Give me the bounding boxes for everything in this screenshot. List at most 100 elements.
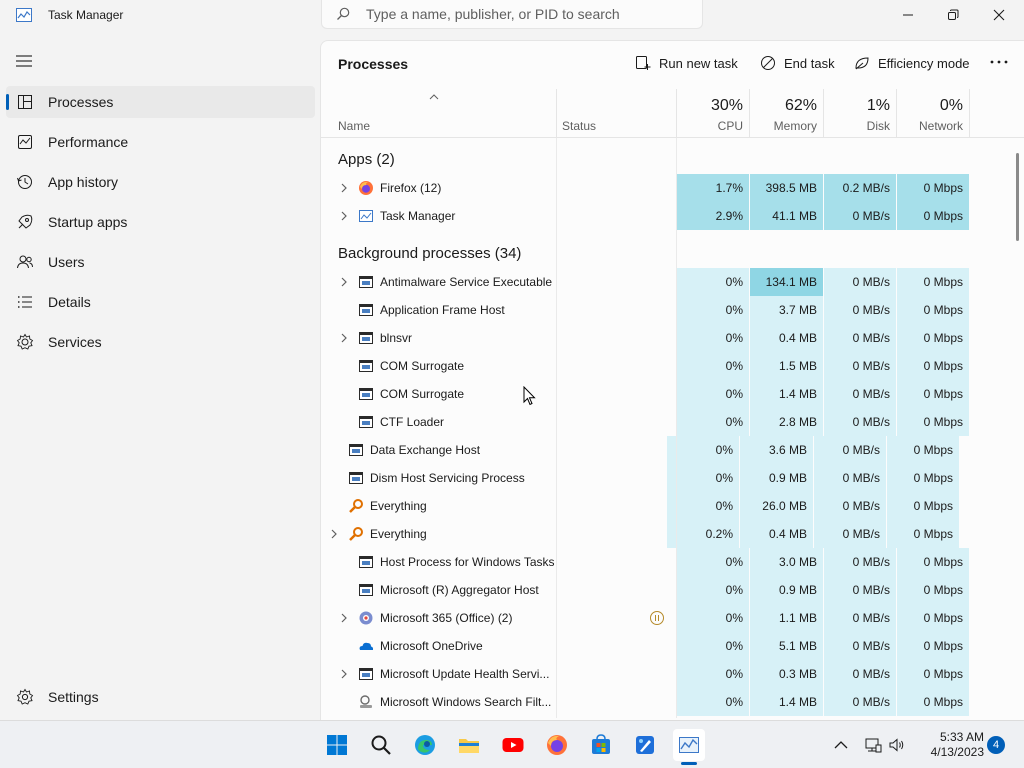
cpu-cell: 0% <box>677 408 749 436</box>
process-row[interactable]: Firefox (12) 1.7% 398.5 MB 0.2 MB/s 0 Mbps <box>321 174 1024 202</box>
taskbar-paint[interactable] <box>629 729 661 761</box>
task-manager-app-icon <box>16 8 32 22</box>
chevron-right-icon[interactable] <box>339 333 349 343</box>
process-row[interactable]: blnsvr 0% 0.4 MB 0 MB/s 0 Mbps <box>321 324 1024 352</box>
process-row[interactable]: Dism Host Servicing Process 0% 0.9 MB 0 MB/… <box>321 464 1015 492</box>
column-header-cpu[interactable]: 30% CPU <box>677 89 749 138</box>
sidebar-item-services[interactable]: Services <box>6 326 315 358</box>
cpu-cell: 0% <box>677 688 749 716</box>
task-manager-icon <box>359 210 373 222</box>
process-row[interactable]: Microsoft Update Health Servi... 0% 0.3 MB… <box>321 660 1024 688</box>
chevron-right-icon[interactable] <box>339 183 349 193</box>
search-input[interactable] <box>366 4 686 24</box>
column-divider <box>676 138 677 718</box>
network-cell: 0 Mbps <box>897 408 969 436</box>
process-row[interactable]: Microsoft OneDrive 0% 5.1 MB 0 MB/s 0 Mbps <box>321 632 1024 660</box>
sidebar-item-processes[interactable]: Processes <box>6 86 315 118</box>
process-name: Everything <box>370 527 427 541</box>
chevron-right-icon[interactable] <box>339 211 349 221</box>
process-row[interactable]: Microsoft Windows Search Filt... 0% 1.4 MB… <box>321 688 1024 716</box>
taskbar-store[interactable] <box>585 729 617 761</box>
chevron-right-icon[interactable] <box>339 277 349 287</box>
minimize-icon <box>903 14 913 16</box>
taskbar-firefox[interactable] <box>541 729 573 761</box>
memory-cell: 398.5 MB <box>750 174 823 202</box>
sidebar-item-app-history[interactable]: App history <box>6 166 315 198</box>
disk-cell: 0 MB/s <box>824 202 896 230</box>
taskbar-start-button[interactable] <box>321 729 353 761</box>
process-row[interactable]: Microsoft (R) Aggregator Host 0% 0.9 MB 0 M… <box>321 576 1024 604</box>
process-name: Microsoft Update Health Servi... <box>380 667 550 681</box>
process-row[interactable]: CTF Loader 0% 2.8 MB 0 MB/s 0 Mbps <box>321 408 1024 436</box>
column-header-name[interactable]: Name <box>338 119 370 133</box>
mouse-cursor-icon <box>523 386 536 406</box>
more-options-icon[interactable] <box>989 52 1009 72</box>
column-header-memory[interactable]: 62% Memory <box>750 89 823 138</box>
chevron-right-icon[interactable] <box>339 613 349 623</box>
maximize-button[interactable] <box>930 0 976 30</box>
sidebar: Processes Performance App history Startu… <box>0 32 320 720</box>
chevron-right-icon[interactable] <box>329 529 339 539</box>
column-header-network[interactable]: 0% Network <box>897 89 969 138</box>
system-clock[interactable]: 5:33 AM 4/13/2023 <box>914 730 984 760</box>
cpu-cell: 0% <box>677 576 749 604</box>
volume-icon[interactable] <box>888 736 906 754</box>
sidebar-item-label: Startup apps <box>48 214 128 230</box>
search-icon <box>337 7 350 20</box>
taskbar-youtube[interactable] <box>497 729 529 761</box>
process-row[interactable]: Microsoft 365 (Office) (2) 0% 1.1 MB 0 MB/s… <box>321 604 1024 632</box>
sidebar-item-users[interactable]: Users <box>6 246 315 278</box>
process-row[interactable]: Antimalware Service Executable 0% 134.1 MB… <box>321 268 1024 296</box>
process-row[interactable]: Host Process for Windows Tasks 0% 3.0 MB 0 … <box>321 548 1024 576</box>
process-row[interactable]: Data Exchange Host 0% 3.6 MB 0 MB/s 0 Mbps <box>321 436 1015 464</box>
sidebar-item-label: Processes <box>48 94 114 110</box>
process-window-icon <box>359 332 373 344</box>
sidebar-item-settings[interactable]: Settings <box>6 681 315 713</box>
search-box[interactable] <box>321 0 703 29</box>
network-cell: 0 Mbps <box>887 464 959 492</box>
sidebar-item-performance[interactable]: Performance <box>6 126 315 158</box>
taskbar: 5:33 AM 4/13/2023 4 <box>0 720 1024 768</box>
process-row[interactable]: COM Surrogate 0% 1.5 MB 0 MB/s 0 Mbps <box>321 352 1024 380</box>
process-row[interactable]: Application Frame Host 0% 3.7 MB 0 MB/s 0 Mb… <box>321 296 1024 324</box>
minimize-button[interactable] <box>885 0 931 30</box>
process-window-icon <box>359 304 373 316</box>
taskbar-file-explorer[interactable] <box>453 729 485 761</box>
memory-cell: 1.4 MB <box>750 380 823 408</box>
memory-cell: 26.0 MB <box>740 492 813 520</box>
column-header-status[interactable]: Status <box>562 119 596 133</box>
disk-cell: 0 MB/s <box>814 492 886 520</box>
close-button[interactable] <box>976 0 1022 30</box>
vertical-scrollbar[interactable] <box>1016 153 1019 241</box>
end-task-button[interactable]: End task <box>760 53 835 73</box>
network-cell: 0 Mbps <box>897 380 969 408</box>
network-cell: 0 Mbps <box>897 202 969 230</box>
cpu-cell: 0% <box>677 632 749 660</box>
notification-badge[interactable]: 4 <box>987 736 1005 754</box>
sidebar-item-startup-apps[interactable]: Startup apps <box>6 206 315 238</box>
memory-cell: 3.0 MB <box>750 548 823 576</box>
disk-cell: 0 MB/s <box>814 464 886 492</box>
column-header-disk[interactable]: 1% Disk <box>824 89 896 138</box>
chevron-right-icon[interactable] <box>339 669 349 679</box>
end-task-icon <box>761 56 775 70</box>
sidebar-item-details[interactable]: Details <box>6 286 315 318</box>
process-row[interactable]: COM Surrogate 0% 1.4 MB 0 MB/s 0 Mbps <box>321 380 1024 408</box>
process-row[interactable]: Task Manager 2.9% 41.1 MB 0 MB/s 0 Mbps <box>321 202 1024 230</box>
restore-icon <box>948 9 959 20</box>
taskbar-task-manager[interactable] <box>673 729 705 761</box>
process-row[interactable]: Everything 0% 26.0 MB 0 MB/s 0 Mbps <box>321 492 1015 520</box>
network-cell: 0 Mbps <box>897 324 969 352</box>
process-row[interactable]: Everything 0.2% 0.4 MB 0 MB/s 0 Mbps <box>321 520 1015 548</box>
hamburger-menu-icon[interactable] <box>16 54 32 68</box>
memory-cell: 0.3 MB <box>750 660 823 688</box>
taskbar-search-button[interactable] <box>365 729 397 761</box>
firefox-icon <box>359 181 373 195</box>
efficiency-mode-button[interactable]: Efficiency mode <box>854 53 970 73</box>
efficiency-mode-label: Efficiency mode <box>878 55 970 71</box>
chevron-up-icon[interactable] <box>832 736 850 754</box>
run-new-task-button[interactable]: Run new task <box>635 53 738 73</box>
task-manager-icon <box>679 737 699 753</box>
taskbar-edge[interactable] <box>409 729 441 761</box>
network-icon[interactable] <box>864 736 882 754</box>
